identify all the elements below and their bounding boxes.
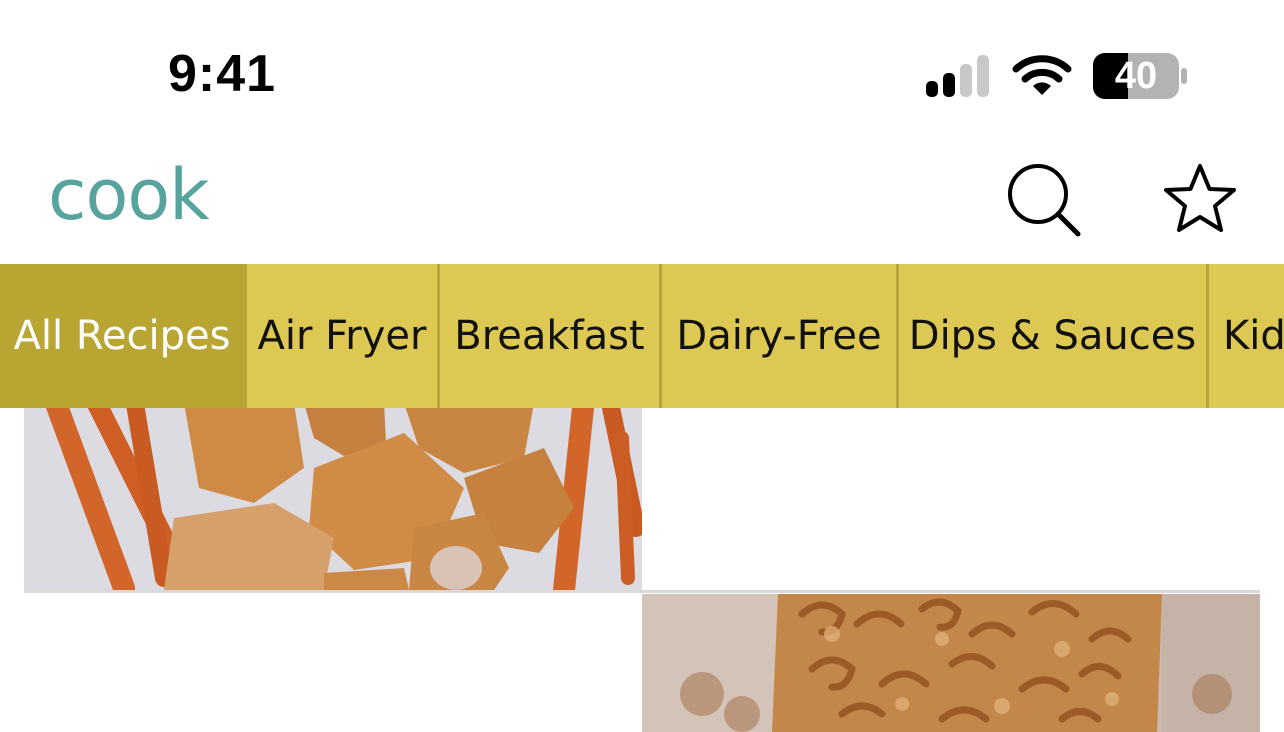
grid-divider [24,590,1260,593]
category-tab-air-fryer[interactable]: Air Fryer [247,264,440,408]
category-tab-kid[interactable]: Kid [1209,264,1284,408]
status-time: 9:41 [168,45,277,103]
recipe-photo-cereal-bar [642,594,1260,732]
category-tabs: All Recipes Air Fryer Breakfast Dairy-Fr… [0,264,1284,408]
battery-icon: 40 [1092,52,1188,100]
cellular-signal-icon [926,55,989,97]
category-tab-dips-sauces[interactable]: Dips & Sauces [899,264,1209,408]
category-tab-all-recipes[interactable]: All Recipes [0,264,247,408]
category-tab-breakfast[interactable]: Breakfast [440,264,662,408]
star-icon[interactable] [1160,160,1240,240]
recipe-card-image[interactable] [642,594,1260,732]
recipe-card-image[interactable] [24,408,642,590]
brand-logo[interactable]: cook [48,154,210,236]
status-bar: 9:41 40 [0,0,1284,140]
search-icon[interactable] [1004,160,1084,240]
app-header: cook [0,140,1284,264]
battery-level: 40 [1114,55,1158,97]
wifi-icon [1012,55,1072,95]
recipe-photo-chicken-bites [24,408,642,590]
category-tab-dairy-free[interactable]: Dairy-Free [662,264,899,408]
